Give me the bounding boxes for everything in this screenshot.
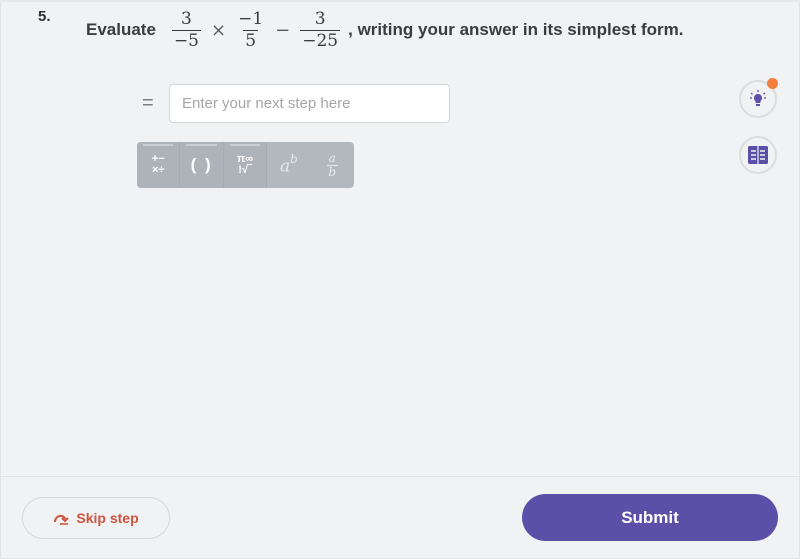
minus-operator: −	[275, 19, 291, 41]
fraction-2-denominator: 5	[243, 29, 259, 51]
keypad-symbols-button[interactable]: π∞ !√‾	[223, 142, 268, 188]
equals-sign: =	[142, 92, 154, 114]
skip-icon	[54, 514, 70, 525]
keypad-brackets-button[interactable]: ( )	[180, 142, 224, 188]
fraction-1-denominator: −5	[171, 29, 201, 51]
next-step-input[interactable]	[169, 84, 450, 123]
reference-book-button[interactable]	[739, 136, 777, 174]
hint-button[interactable]	[739, 78, 778, 118]
book-icon	[748, 146, 768, 164]
brackets-icon: ( )	[190, 155, 213, 174]
keypad-fraction-button[interactable]: a b	[311, 142, 354, 188]
times-operator: ×	[211, 19, 227, 41]
keypad-operations-button[interactable]: +− ×÷	[137, 142, 181, 188]
fraction-1-numerator: 3	[181, 8, 192, 29]
power-exponent: b	[290, 151, 298, 166]
fraction-2: −1 5	[236, 8, 265, 51]
fraction-3: 3 −25	[300, 8, 341, 51]
fraction-icon: a b	[326, 150, 338, 179]
operations-icon: +− ×÷	[151, 153, 165, 176]
power-icon: ab	[279, 151, 298, 177]
math-keypad: +− ×÷ ( ) π∞ !√‾ ab a b	[137, 142, 354, 188]
keypad-power-button[interactable]: ab	[267, 142, 310, 188]
fraction-3-numerator: 3	[314, 8, 326, 29]
lightbulb-icon	[750, 90, 766, 106]
notification-dot	[767, 78, 778, 89]
fraction-3-denominator: −25	[300, 29, 341, 51]
question-suffix: , writing your answer in its simplest fo…	[348, 20, 684, 39]
question-number: 5.	[38, 8, 51, 25]
submit-label: Submit	[621, 507, 679, 527]
symbols-icon: π∞ !√‾	[236, 153, 254, 176]
question-prefix: Evaluate	[86, 20, 156, 39]
footer-divider	[0, 476, 800, 477]
skip-step-button[interactable]: Skip step	[22, 497, 170, 539]
fraction-icon-denominator: b	[328, 164, 337, 179]
skip-step-label: Skip step	[76, 510, 139, 526]
submit-button[interactable]: Submit	[522, 494, 778, 541]
question-text: Evaluate 3 −5 × −1 5 − 3 −25 , writing y…	[86, 4, 683, 56]
fraction-1: 3 −5	[171, 8, 201, 51]
power-base: a	[279, 156, 291, 177]
fraction-2-numerator: −1	[238, 8, 264, 29]
fraction-icon-numerator: a	[326, 150, 338, 166]
